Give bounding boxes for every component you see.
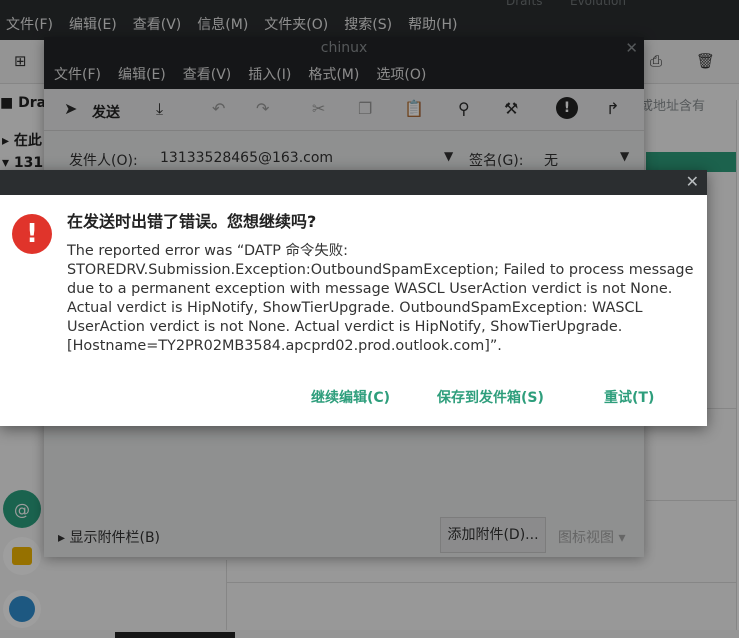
retry-button[interactable]: 重试(T) bbox=[604, 387, 654, 407]
close-icon[interactable]: ✕ bbox=[686, 172, 699, 191]
save-to-outbox-button[interactable]: 保存到发件箱(S) bbox=[437, 387, 544, 407]
error-icon: ! bbox=[12, 214, 52, 254]
dialog-message: The reported error was “DATP 命令失败: STORE… bbox=[67, 243, 694, 354]
continue-editing-button[interactable]: 继续编辑(C) bbox=[311, 387, 390, 407]
dialog-title: 在发送时出错了错误。您想继续吗? bbox=[67, 212, 317, 231]
dialog-titlebar: ✕ bbox=[0, 170, 707, 195]
error-dialog: ✕ ! 在发送时出错了错误。您想继续吗? The reported error … bbox=[0, 170, 707, 426]
